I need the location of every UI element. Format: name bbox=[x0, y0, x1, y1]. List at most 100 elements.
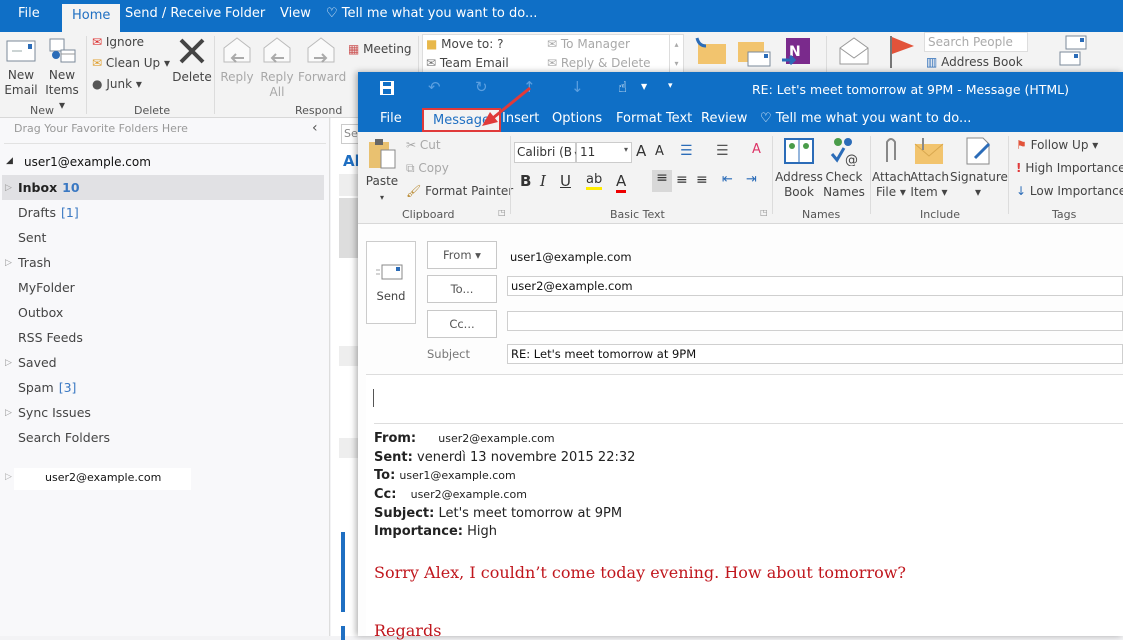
meeting-button[interactable]: ▦ Meeting bbox=[348, 42, 412, 56]
clear-formatting-icon[interactable]: A bbox=[752, 142, 761, 157]
undo-icon[interactable]: ↶ bbox=[428, 78, 441, 96]
tab-folder[interactable]: Folder bbox=[225, 6, 265, 21]
italic-button[interactable]: I bbox=[540, 172, 546, 190]
follow-up-flag-icon[interactable] bbox=[888, 34, 916, 68]
shrink-font-icon[interactable]: A bbox=[655, 144, 664, 159]
compose-tell-me-search[interactable]: ♡ Tell me what you want to do... bbox=[760, 111, 971, 126]
tell-me-search[interactable]: ♡ Tell me what you want to do... bbox=[326, 6, 537, 21]
account-user1[interactable]: user1@example.com bbox=[24, 155, 151, 169]
to-field[interactable]: user2@example.com bbox=[507, 276, 1123, 296]
tab-file[interactable]: File bbox=[18, 6, 40, 21]
reply-button[interactable]: Reply bbox=[218, 36, 256, 85]
underline-button[interactable]: U bbox=[560, 172, 571, 190]
font-name-select[interactable]: Calibri (B ▾ bbox=[514, 142, 579, 163]
unread-indicator bbox=[341, 626, 345, 640]
message-body[interactable]: From: user2@example.com Sent: venerdì 13… bbox=[366, 374, 1123, 640]
attach-item-button[interactable]: Attach Item ▾ bbox=[910, 136, 949, 200]
expand-triangle-icon[interactable]: ◢ bbox=[6, 156, 13, 166]
quick-step-team-email[interactable]: ✉ Team Email bbox=[426, 56, 509, 70]
signature-button[interactable]: Signature ▾ bbox=[950, 136, 1008, 200]
folder-item-inbox[interactable]: Inbox 10 bbox=[18, 180, 80, 195]
paste-button[interactable]: Paste ▾ bbox=[364, 138, 400, 205]
align-right-button[interactable]: ≡ bbox=[696, 172, 708, 188]
attach-file-button[interactable]: Attach File ▾ bbox=[872, 136, 911, 200]
folder-item-search-folders[interactable]: Search Folders bbox=[18, 430, 110, 445]
folder-item-sync-issues[interactable]: Sync Issues bbox=[18, 405, 91, 420]
folder-item-sent[interactable]: Sent bbox=[18, 230, 46, 245]
low-importance-button[interactable]: ↓ Low Importance bbox=[1016, 184, 1123, 198]
send-receive-all-icon[interactable] bbox=[1056, 34, 1092, 68]
folder-item-myfolder[interactable]: MyFolder bbox=[18, 280, 75, 295]
quick-step-move-to[interactable]: ■ Move to: ? bbox=[426, 37, 503, 51]
bullets-icon[interactable]: ☰ bbox=[680, 143, 693, 159]
touch-mode-icon[interactable]: ☝ bbox=[618, 78, 627, 96]
reply-all-button[interactable]: Reply All bbox=[258, 36, 296, 100]
quick-steps-scroll[interactable]: ▴ ▾ bbox=[669, 35, 683, 73]
move-folder-icon[interactable] bbox=[694, 36, 728, 66]
tab-send-receive[interactable]: Send / Receive bbox=[125, 6, 221, 21]
cc-button[interactable]: Cc... bbox=[427, 310, 497, 338]
expand-triangle-icon[interactable]: ▷ bbox=[5, 408, 12, 418]
increase-indent-icon[interactable]: ⇥ bbox=[746, 172, 757, 187]
dialog-launcher-icon[interactable]: ◳ bbox=[760, 208, 768, 217]
onenote-icon[interactable]: N bbox=[780, 36, 814, 68]
quick-step-reply-delete[interactable]: ✉ Reply & Delete bbox=[547, 56, 651, 70]
format-painter-button[interactable]: 🖌 Format Painter bbox=[406, 184, 513, 198]
quick-step-to-manager[interactable]: ✉ To Manager bbox=[547, 37, 630, 51]
compose-tab-file[interactable]: File bbox=[380, 111, 402, 126]
copy-button[interactable]: ⧉ Copy bbox=[406, 161, 449, 176]
expand-triangle-icon[interactable]: ▷ bbox=[5, 258, 12, 268]
grow-font-icon[interactable]: A bbox=[636, 142, 646, 160]
touch-mode-dropdown-icon[interactable]: ▼ bbox=[641, 82, 647, 91]
search-people-input[interactable]: Search People bbox=[924, 32, 1028, 52]
numbering-icon[interactable]: ☰ bbox=[716, 143, 729, 159]
folder-item-outbox[interactable]: Outbox bbox=[18, 305, 63, 320]
collapse-pane-chevron-icon[interactable]: ‹ bbox=[312, 120, 318, 136]
align-center-button[interactable]: ≡ bbox=[676, 172, 688, 188]
folder-item-trash[interactable]: Trash bbox=[18, 255, 51, 270]
compose-tab-review[interactable]: Review bbox=[701, 111, 747, 126]
compose-tab-options[interactable]: Options bbox=[552, 111, 602, 126]
cut-button[interactable]: ✂ Cut bbox=[406, 138, 441, 152]
send-button[interactable]: Send bbox=[366, 241, 416, 324]
junk-button[interactable]: ● Junk ▾ bbox=[92, 77, 142, 91]
address-book-button[interactable]: Address Book bbox=[774, 136, 824, 200]
customize-qat-icon[interactable]: ▾ bbox=[668, 81, 673, 91]
folder-item-spam[interactable]: Spam [3] bbox=[18, 380, 76, 395]
align-left-button[interactable]: ≡ bbox=[652, 170, 672, 192]
forward-button[interactable]: Forward bbox=[298, 36, 346, 85]
font-color-icon[interactable]: A bbox=[616, 172, 627, 193]
font-size-select[interactable]: 11 ▾ bbox=[576, 142, 632, 163]
check-names-button[interactable]: @ Check Names bbox=[822, 136, 866, 200]
high-importance-button[interactable]: ! High Importance bbox=[1016, 161, 1123, 175]
clean-up-button[interactable]: ✉ Clean Up ▾ bbox=[92, 56, 170, 70]
account-user2[interactable]: user2@example.com bbox=[14, 468, 191, 490]
new-email-button[interactable]: New Email bbox=[4, 38, 38, 98]
highlight-color-icon[interactable]: ab bbox=[586, 172, 603, 190]
folder-item-drafts[interactable]: Drafts [1] bbox=[18, 205, 79, 220]
subject-field[interactable]: RE: Let's meet tomorrow at 9PM bbox=[507, 344, 1123, 364]
tab-home[interactable]: Home bbox=[62, 4, 121, 32]
from-button[interactable]: From ▾ bbox=[427, 241, 497, 269]
save-icon[interactable] bbox=[380, 81, 394, 95]
expand-triangle-icon[interactable]: ▷ bbox=[5, 472, 12, 482]
ignore-button[interactable]: ✉ Ignore bbox=[92, 35, 144, 49]
dialog-launcher-icon[interactable]: ◳ bbox=[498, 208, 506, 217]
decrease-indent-icon[interactable]: ⇤ bbox=[722, 172, 733, 187]
address-book-button[interactable]: ▥ Address Book bbox=[926, 55, 1023, 69]
to-button[interactable]: To... bbox=[427, 275, 497, 303]
expand-triangle-icon[interactable]: ▷ bbox=[5, 183, 12, 193]
delete-button[interactable]: Delete bbox=[172, 36, 212, 85]
compose-tab-format-text[interactable]: Format Text bbox=[616, 111, 692, 126]
down-arrow-icon[interactable]: ↓ bbox=[571, 78, 584, 96]
expand-triangle-icon[interactable]: ▷ bbox=[5, 358, 12, 368]
tab-view[interactable]: View bbox=[280, 6, 311, 21]
folder-item-rss-feeds[interactable]: RSS Feeds bbox=[18, 330, 83, 345]
bold-button[interactable]: B bbox=[520, 172, 531, 190]
cc-field[interactable] bbox=[507, 311, 1123, 331]
folder-item-saved[interactable]: Saved bbox=[18, 355, 57, 370]
new-items-button[interactable]: New Items ▾ bbox=[42, 38, 82, 113]
follow-up-button[interactable]: ⚑ Follow Up ▾ bbox=[1016, 138, 1098, 152]
rules-folder-icon[interactable] bbox=[736, 38, 772, 68]
unread-read-icon[interactable] bbox=[838, 36, 870, 66]
